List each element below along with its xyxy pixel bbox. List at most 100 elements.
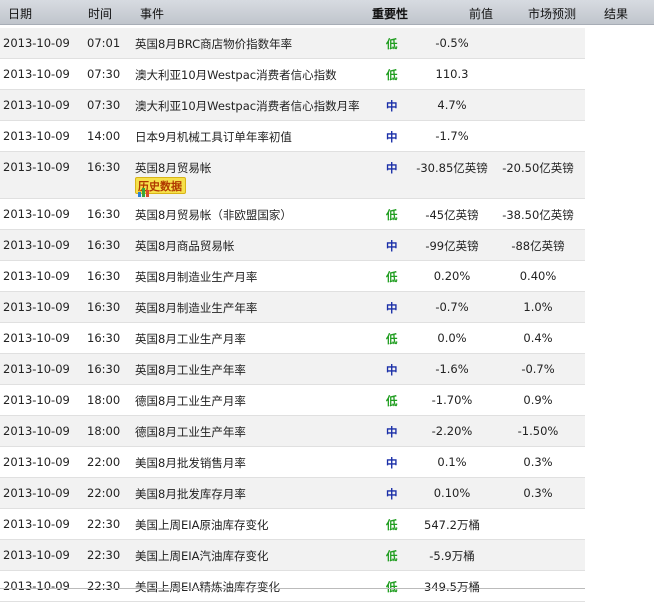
event-time: 22:00 [87,455,121,469]
event-name: 澳大利亚10月Westpac消费者信心指数月率 [135,99,360,113]
table-row: 2013-10-09 16:30 英国8月贸易帐 中 -30.85亿英镑 -20.50亿英… [0,152,585,199]
importance-badge: 中 [386,363,398,377]
previous-value: 547.2万桶 [424,518,480,532]
economic-calendar: 日期 时间 事件 重要性 前值 市场预测 结果 2013-10-09 07:01 英… [0,0,654,602]
header-date: 日期 [8,7,33,21]
event-time: 16:30 [87,207,121,221]
previous-value: -1.70% [431,393,473,407]
event-time: 07:30 [87,67,121,81]
event-time: 16:30 [87,269,121,283]
importance-badge: 中 [386,239,398,253]
event-name: 英国8月贸易帐 [135,161,212,175]
table-row: 2013-10-09 16:30 英国8月制造业生产月率 低 0.20% 0.40% [0,261,585,292]
event-date: 2013-10-09 [3,424,70,438]
event-name: 日本9月机械工具订单年率初值 [135,130,292,144]
forecast-value: 0.40% [519,269,557,283]
header-result: 结果 [604,7,629,21]
event-time: 16:30 [87,238,121,252]
event-name: 美国上周EIA精炼油库存变化 [135,580,281,594]
importance-badge: 低 [386,208,398,222]
event-name: 澳大利亚10月Westpac消费者信心指数 [135,68,337,82]
table-row: 2013-10-09 16:30 英国8月商品贸易帐 中 -99亿英镑 -88亿英镑 [0,230,585,261]
previous-value: -30.85亿英镑 [416,161,488,175]
importance-badge: 低 [386,332,398,346]
previous-value: -1.6% [435,362,469,376]
header-importance: 重要性 [372,7,409,21]
event-date: 2013-10-09 [3,548,70,562]
event-date: 2013-10-09 [3,331,70,345]
event-rows: 2013-10-09 07:01 英国8月BRC商店物价指数年率低 -0.5% 2013… [0,28,585,602]
importance-badge: 中 [386,425,398,439]
previous-value: 349.5万桶 [424,580,480,594]
previous-value: -1.7% [435,129,469,143]
previous-value: -45亿英镑 [425,208,479,222]
event-name: 德国8月工业生产月率 [135,394,246,408]
importance-badge: 低 [386,68,398,82]
event-time: 22:00 [87,486,121,500]
event-name: 美国8月批发库存月率 [135,487,246,501]
forecast-value: 0.3% [523,486,553,500]
forecast-value: -1.50% [517,424,559,438]
table-row: 2013-10-09 22:30 美国上周EIA精炼油库存变化 低 349.5万桶 [0,571,585,602]
table-row: 2013-10-09 22:30 美国上周EIA原油库存变化 低 547.2万桶 [0,509,585,540]
event-name: 英国8月工业生产年率 [135,363,246,377]
event-name: 美国8月批发销售月率 [135,456,246,470]
event-date: 2013-10-09 [3,160,70,174]
forecast-value: 1.0% [523,300,553,314]
previous-value: 0.20% [433,269,471,283]
forecast-value: -0.7% [521,362,555,376]
table-row: 2013-10-09 18:00 德国8月工业生产年率 中 -2.20% -1.50% [0,416,585,447]
table-row: 2013-10-09 16:30 英国8月工业生产月率 低 0.0% 0.4% [0,323,585,354]
importance-badge: 中 [386,99,398,113]
event-date: 2013-10-09 [3,455,70,469]
table-header: 日期 时间 事件 重要性 前值 市场预测 结果 [0,0,654,25]
event-date: 2013-10-09 [3,300,70,314]
table-row: 2013-10-09 07:30 澳大利亚10月Westpac消费者信心指数 低 110… [0,59,585,90]
importance-badge: 低 [386,549,398,563]
event-date: 2013-10-09 [3,207,70,221]
forecast-value: -38.50亿英镑 [502,208,574,222]
history-data-button[interactable]: 历史数据 [135,177,186,197]
event-date: 2013-10-09 [3,129,70,143]
table-row: 2013-10-09 22:30 美国上周EIA汽油库存变化 低 -5.9万桶 [0,540,585,571]
event-time: 22:30 [87,517,121,531]
event-name: 英国8月商品贸易帐 [135,239,235,253]
event-time: 14:00 [87,129,121,143]
event-name: 美国上周EIA汽油库存变化 [135,549,269,563]
forecast-value: -20.50亿英镑 [502,161,574,175]
importance-badge: 中 [386,487,398,501]
event-name: 英国8月工业生产月率 [135,332,246,346]
importance-badge: 中 [386,301,398,315]
event-date: 2013-10-09 [3,269,70,283]
event-name: 英国8月制造业生产月率 [135,270,258,284]
header-time: 时间 [88,7,113,21]
event-time: 18:00 [87,393,121,407]
event-name: 英国8月制造业生产年率 [135,301,258,315]
event-time: 16:30 [87,331,121,345]
previous-value: 4.7% [437,98,467,112]
importance-badge: 中 [386,456,398,470]
header-event: 事件 [140,7,165,21]
event-name: 美国上周EIA原油库存变化 [135,518,269,532]
importance-badge: 中 [386,161,398,175]
event-time: 16:30 [87,300,121,314]
header-previous: 前值 [468,7,493,21]
previous-value: -5.9万桶 [429,549,475,563]
previous-value: -0.5% [435,36,469,50]
table-row: 2013-10-09 22:00 美国8月批发销售月率 中 0.1% 0.3% [0,447,585,478]
event-name: 德国8月工业生产年率 [135,425,246,439]
event-time: 16:30 [87,160,121,174]
event-date: 2013-10-09 [3,98,70,112]
event-date: 2013-10-09 [3,517,70,531]
event-date: 2013-10-09 [3,486,70,500]
importance-badge: 低 [386,270,398,284]
bar-chart-icon [138,186,150,197]
table-row: 2013-10-09 16:30 英国8月工业生产年率 中 -1.6% -0.7% [0,354,585,385]
event-name: 英国8月BRC商店物价指数年率 [135,37,293,51]
previous-value: -2.20% [431,424,473,438]
previous-value: 110.3 [435,67,469,81]
forecast-value: 0.3% [523,455,553,469]
event-date: 2013-10-09 [3,393,70,407]
event-time: 07:30 [87,98,121,112]
event-name: 英国8月贸易帐（非欧盟国家） [135,208,292,222]
